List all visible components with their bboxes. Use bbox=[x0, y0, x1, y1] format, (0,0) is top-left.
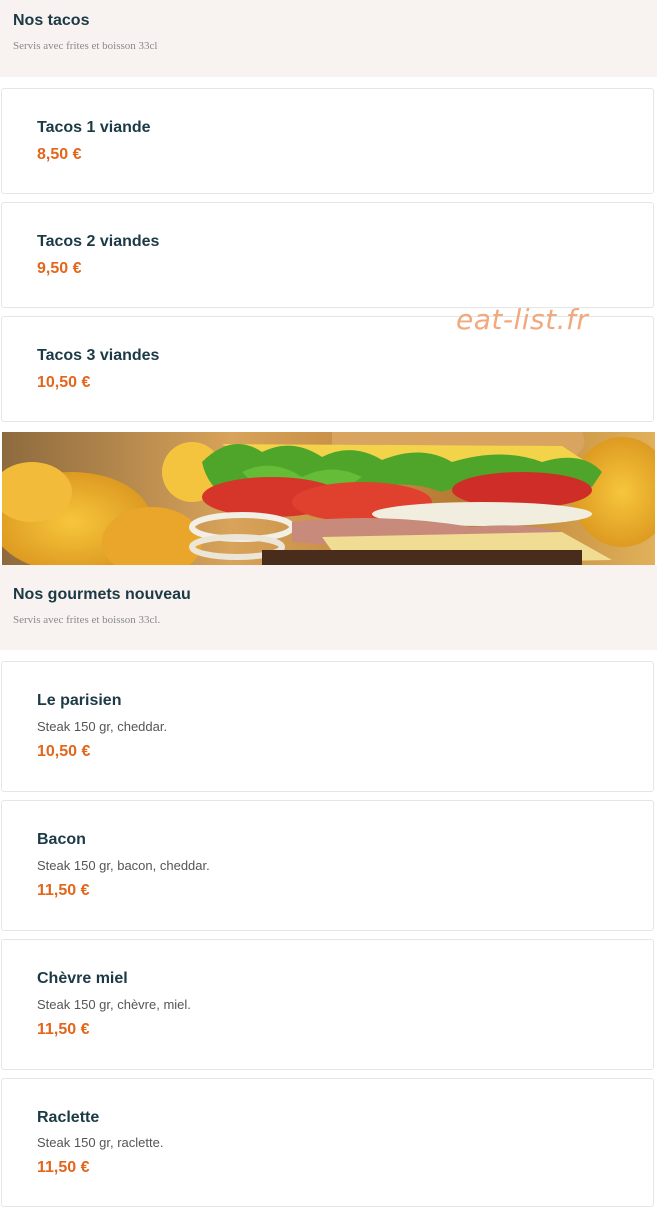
menu-item-card[interactable]: Tacos 2 viandes 9,50 € bbox=[1, 202, 654, 308]
section-title: Nos tacos bbox=[13, 12, 90, 29]
menu-item-card[interactable]: Chèvre miel Steak 150 gr, chèvre, miel. … bbox=[1, 939, 654, 1070]
item-description: Steak 150 gr, raclette. bbox=[37, 1135, 164, 1150]
burger-illustration bbox=[2, 432, 655, 565]
tacos-section-header: Nos tacos Servis avec frites et boisson … bbox=[0, 0, 657, 77]
section-subtitle: Servis avec frites et boisson 33cl. bbox=[13, 614, 161, 626]
item-description: Steak 150 gr, chèvre, miel. bbox=[37, 997, 191, 1012]
item-name: Tacos 2 viandes bbox=[37, 233, 160, 250]
item-price: 8,50 € bbox=[37, 146, 82, 163]
item-description: Steak 150 gr, bacon, cheddar. bbox=[37, 858, 210, 873]
item-price: 10,50 € bbox=[37, 374, 91, 391]
watermark: eat-list.fr bbox=[456, 303, 589, 336]
item-name: Chèvre miel bbox=[37, 970, 128, 987]
item-price: 11,50 € bbox=[37, 1159, 90, 1176]
section-subtitle: Servis avec frites et boisson 33cl bbox=[13, 40, 158, 52]
item-price: 9,50 € bbox=[37, 260, 82, 277]
section-title: Nos gourmets nouveau bbox=[13, 586, 191, 603]
item-name: Tacos 1 viande bbox=[37, 119, 151, 136]
item-price: 11,50 € bbox=[37, 1021, 90, 1038]
menu-item-card[interactable]: Bacon Steak 150 gr, bacon, cheddar. 11,5… bbox=[1, 800, 654, 931]
menu-item-card[interactable]: Le parisien Steak 150 gr, cheddar. 10,50… bbox=[1, 661, 654, 792]
item-name: Bacon bbox=[37, 831, 86, 848]
item-description: Steak 150 gr, cheddar. bbox=[37, 719, 168, 734]
menu-item-card[interactable]: Raclette Steak 150 gr, raclette. 11,50 € bbox=[1, 1078, 654, 1207]
item-price: 10,50 € bbox=[37, 743, 91, 760]
gourmets-section-header: Nos gourmets nouveau Servis avec frites … bbox=[0, 565, 657, 650]
menu-item-card[interactable]: Tacos 1 viande 8,50 € bbox=[1, 88, 654, 194]
item-price: 11,50 € bbox=[37, 882, 90, 899]
item-name: Tacos 3 viandes bbox=[37, 347, 160, 364]
burger-banner-image bbox=[2, 432, 655, 565]
item-name: Raclette bbox=[37, 1109, 100, 1126]
item-name: Le parisien bbox=[37, 692, 122, 709]
